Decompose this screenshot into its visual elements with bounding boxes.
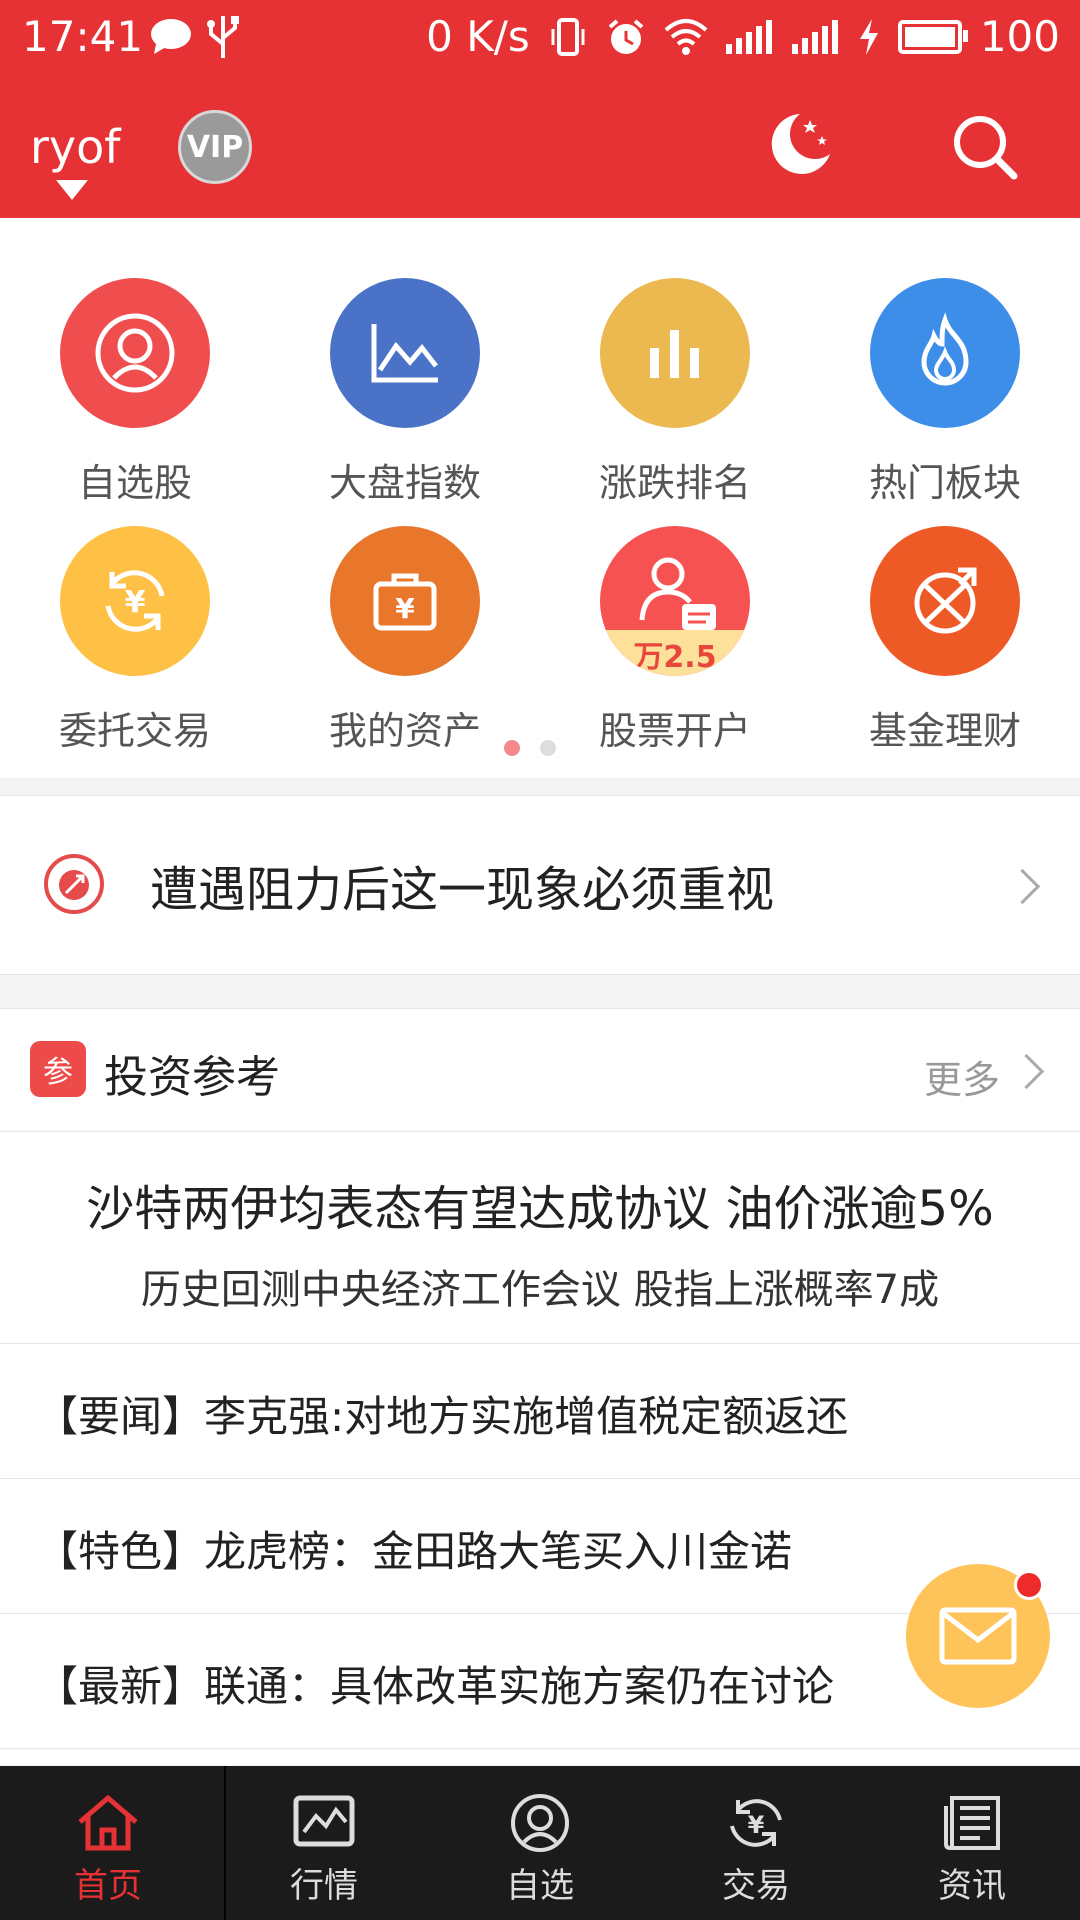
battery-icon bbox=[897, 19, 968, 54]
section-header: 参 投资参考 更多 bbox=[0, 1009, 1080, 1132]
briefcase-icon: ¥ bbox=[373, 573, 437, 631]
page-dot bbox=[504, 740, 520, 756]
featured-news[interactable]: 沙特两伊均表态有望达成协议 油价涨逾5% 历史回测中央经济工作会议 股指上涨概率… bbox=[0, 1131, 1080, 1344]
page-dot bbox=[540, 740, 556, 756]
wifi-icon bbox=[664, 18, 708, 55]
status-right: 0 K/s 100 bbox=[426, 12, 1060, 61]
status-bar: 17:41 0 K/s 100 bbox=[0, 0, 1080, 74]
account-switcher[interactable]: ryof bbox=[30, 120, 120, 174]
shortcut-my-assets[interactable]: ¥ 我的资产 bbox=[270, 526, 540, 756]
news-item[interactable]: 【要闻】李克强:对地方实施增值税定额返还 bbox=[0, 1343, 1080, 1479]
shortcut-label: 委托交易 bbox=[58, 709, 211, 753]
shortcut-market-index[interactable]: 大盘指数 bbox=[270, 278, 540, 508]
charging-icon bbox=[859, 18, 878, 55]
news-text: 【特色】龙虎榜：金田路大笔买入川金诺 bbox=[36, 1527, 793, 1576]
headline-text: 遭遇阻力后这一现象必须重视 bbox=[150, 862, 775, 918]
section-badge: 参 bbox=[30, 1041, 86, 1097]
battery-level: 100 bbox=[979, 12, 1060, 61]
fund-icon bbox=[914, 567, 977, 634]
shortcut-circle: ¥ bbox=[60, 526, 210, 676]
shortcut-entrust-trade[interactable]: ¥ 委托交易 bbox=[0, 526, 270, 756]
net-speed: 0 K/s bbox=[426, 12, 530, 61]
shortcut-circle: 万2.5 bbox=[600, 526, 750, 676]
shortcut-grid: 自选股 大盘指数 涨跌排名 热门板块 ¥ 委托交易 ¥ 我的资产 万2.5 股票… bbox=[0, 218, 1080, 778]
vip-badge[interactable]: VIP bbox=[178, 110, 252, 184]
search-icon[interactable] bbox=[950, 112, 1020, 182]
featured-subheadline[interactable]: 历史回测中央经济工作会议 股指上涨概率7成 bbox=[0, 1257, 1080, 1315]
page-indicator bbox=[504, 740, 556, 756]
tab-watchlist[interactable]: 自选 bbox=[432, 1766, 648, 1920]
shortcut-circle bbox=[870, 526, 1020, 676]
home-icon bbox=[78, 1794, 138, 1851]
night-mode-icon[interactable] bbox=[760, 106, 836, 182]
bar-chart-icon bbox=[650, 330, 699, 378]
shortcut-circle bbox=[60, 278, 210, 428]
tab-label: 自选 bbox=[506, 1866, 574, 1906]
headline-banner[interactable]: 遭遇阻力后这一现象必须重视 bbox=[0, 795, 1080, 975]
shortcut-circle bbox=[330, 278, 480, 428]
vibrate-icon bbox=[551, 17, 585, 56]
shortcut-label: 基金理财 bbox=[868, 709, 1021, 753]
status-time: 17:41 bbox=[22, 12, 144, 61]
shortcut-label: 股票开户 bbox=[598, 709, 751, 753]
unread-dot bbox=[1014, 1570, 1044, 1600]
tab-market[interactable]: 行情 bbox=[216, 1766, 432, 1920]
svg-text:¥: ¥ bbox=[748, 1811, 765, 1839]
tab-home[interactable]: 首页 bbox=[0, 1766, 216, 1920]
shortcut-circle: ¥ bbox=[330, 526, 480, 676]
chevron-right-icon bbox=[1004, 868, 1041, 905]
shortcut-fund[interactable]: 基金理财 bbox=[810, 526, 1080, 756]
shortcut-hot-sectors[interactable]: 热门板块 bbox=[810, 278, 1080, 508]
tab-label: 交易 bbox=[722, 1866, 790, 1906]
shortcut-label: 大盘指数 bbox=[328, 461, 481, 505]
tab-label: 首页 bbox=[74, 1866, 142, 1906]
usb-icon bbox=[207, 16, 239, 58]
shortcut-circle bbox=[870, 278, 1020, 428]
bottom-tab-bar: 首页 行情 自选 ¥ 交易 资讯 bbox=[0, 1766, 1080, 1920]
shortcut-ranking[interactable]: 涨跌排名 bbox=[540, 278, 810, 508]
news-text: 【最新】联通：具体改革实施方案仍在讨论 bbox=[36, 1662, 835, 1711]
user-icon bbox=[95, 313, 175, 393]
svg-text:¥: ¥ bbox=[395, 592, 415, 625]
news-text: 【要闻】李克强:对地方实施增值税定额返还 bbox=[36, 1392, 849, 1441]
tab-label: 行情 bbox=[290, 1866, 358, 1906]
yuan-exchange-icon: ¥ bbox=[105, 570, 165, 632]
tab-label: 资讯 bbox=[938, 1866, 1006, 1906]
shortcut-label: 自选股 bbox=[77, 461, 192, 505]
shortcut-label: 涨跌排名 bbox=[598, 461, 751, 505]
headline-icon bbox=[44, 854, 104, 914]
more-link[interactable]: 更多 bbox=[924, 1049, 1000, 1104]
shortcut-watchlist[interactable]: 自选股 bbox=[0, 278, 270, 508]
flame-icon bbox=[921, 312, 969, 386]
caret-down-icon[interactable] bbox=[56, 180, 88, 200]
message-icon bbox=[151, 19, 191, 54]
trade-icon: ¥ bbox=[730, 1799, 782, 1847]
chevron-right-icon[interactable] bbox=[1008, 1053, 1045, 1090]
commission-badge: 万2.5 bbox=[633, 640, 717, 675]
signal-icon bbox=[725, 19, 774, 54]
shortcut-circle bbox=[600, 278, 750, 428]
news-icon bbox=[944, 1796, 1000, 1850]
alarm-icon bbox=[608, 18, 644, 54]
shortcut-label: 我的资产 bbox=[328, 709, 481, 753]
app-header: ryof VIP bbox=[0, 84, 1080, 218]
shortcut-label: 热门板块 bbox=[868, 461, 1021, 505]
news-item[interactable]: 【特色】龙虎榜：金田路大笔买入川金诺 bbox=[0, 1478, 1080, 1614]
signal-icon bbox=[791, 19, 840, 54]
line-chart-icon bbox=[371, 324, 438, 383]
watchlist-icon bbox=[511, 1794, 569, 1852]
tab-news[interactable]: 资讯 bbox=[864, 1766, 1080, 1920]
market-icon bbox=[293, 1795, 355, 1847]
shortcut-open-account[interactable]: 万2.5 股票开户 bbox=[540, 526, 810, 756]
featured-headline[interactable]: 沙特两伊均表态有望达成协议 油价涨逾5% bbox=[0, 1169, 1080, 1239]
mail-icon bbox=[939, 1607, 1017, 1665]
top-bar: 17:41 0 K/s 100 ryof VIP bbox=[0, 0, 1080, 218]
tab-trade[interactable]: ¥ 交易 bbox=[648, 1766, 864, 1920]
section-title: 投资参考 bbox=[104, 1052, 280, 1103]
svg-text:¥: ¥ bbox=[125, 585, 146, 620]
